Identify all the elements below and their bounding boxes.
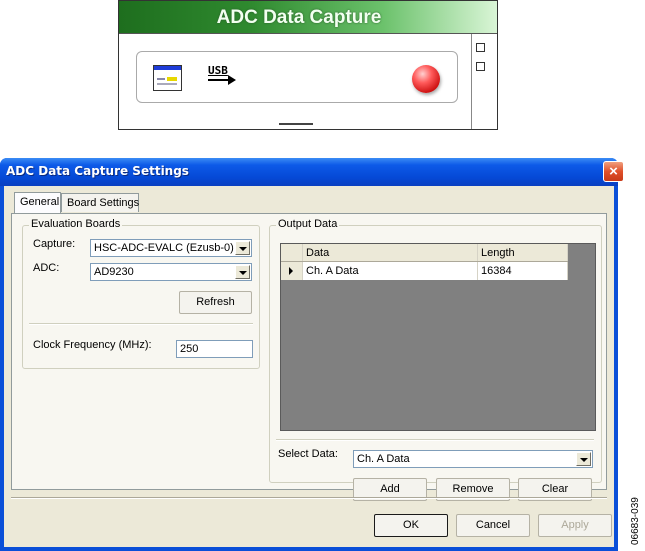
general-panel: Evaluation Boards Capture: HSC-ADC-EVALC… <box>11 213 607 501</box>
column-header-data[interactable]: Data <box>303 244 478 261</box>
usb-label: USB <box>208 64 228 77</box>
separator <box>29 323 253 325</box>
capture-select[interactable]: HSC-ADC-EVALC (Ezusb-0) <box>90 239 252 257</box>
close-button[interactable]: × <box>603 161 624 182</box>
divider <box>471 34 472 129</box>
row-header-corner <box>281 244 303 261</box>
capture-value: HSC-ADC-EVALC (Ezusb-0) <box>94 242 234 254</box>
row-pointer-icon <box>289 267 293 275</box>
cancel-button[interactable]: Cancel <box>456 514 530 537</box>
cell-data[interactable]: Ch. A Data <box>303 262 478 280</box>
grid-header: Data Length <box>281 244 568 262</box>
adc-value: AD9230 <box>94 266 134 278</box>
tab-board-settings[interactable]: Board Settings <box>61 193 139 212</box>
usb-arrow-icon[interactable]: USB <box>208 64 238 90</box>
chevron-down-icon[interactable] <box>235 265 250 279</box>
figure-id: 06683-039 <box>630 497 641 545</box>
apply-button[interactable]: Apply <box>538 514 612 537</box>
close-icon: × <box>609 163 618 180</box>
refresh-button[interactable]: Refresh <box>179 291 252 314</box>
adc-label: ADC: <box>33 262 60 274</box>
title-bar: ADC Data Capture Settings <box>0 158 618 186</box>
evaluation-boards-legend: Evaluation Boards <box>29 218 123 230</box>
adc-select[interactable]: AD9230 <box>90 263 252 281</box>
dialog-title: ADC Data Capture Settings <box>6 164 189 178</box>
select-data-value: Ch. A Data <box>357 453 410 465</box>
form-icon[interactable] <box>153 65 182 91</box>
row-selector[interactable] <box>281 262 303 280</box>
tab-general[interactable]: General <box>14 192 61 213</box>
select-data-select[interactable]: Ch. A Data <box>353 450 593 468</box>
chevron-down-icon[interactable] <box>576 452 591 466</box>
output-data-legend: Output Data <box>276 218 340 230</box>
resize-grip[interactable] <box>279 123 313 125</box>
evaluation-boards-group: Evaluation Boards Capture: HSC-ADC-EVALC… <box>22 218 260 369</box>
capture-label: Capture: <box>33 238 76 250</box>
status-led-icon <box>412 65 440 93</box>
checkbox[interactable] <box>476 62 485 71</box>
dialog-separator <box>11 497 607 499</box>
dialog-client: General Board Settings Evaluation Boards… <box>4 186 614 547</box>
adc-data-capture-widget: ADC Data Capture USB <box>118 0 498 130</box>
output-data-group: Output Data Data Length Ch. A Data 16384… <box>269 218 602 501</box>
select-data-label: Select Data: <box>278 448 338 460</box>
cell-length[interactable]: 16384 <box>478 262 568 280</box>
table-row[interactable]: Ch. A Data 16384 <box>281 262 568 280</box>
clock-frequency-label: Clock Frequency (MHz): <box>33 339 152 351</box>
ok-button[interactable]: OK <box>374 514 448 537</box>
checkbox[interactable] <box>476 43 485 52</box>
separator <box>276 439 594 441</box>
toolbar-panel: USB <box>136 51 458 103</box>
settings-dialog: ADC Data Capture Settings × General Boar… <box>0 158 624 551</box>
column-header-length[interactable]: Length <box>478 244 568 261</box>
clock-frequency-input[interactable]: 250 <box>176 340 253 358</box>
widget-title: ADC Data Capture <box>119 1 497 34</box>
chevron-down-icon[interactable] <box>235 241 250 255</box>
output-data-grid[interactable]: Data Length Ch. A Data 16384 <box>280 243 596 431</box>
